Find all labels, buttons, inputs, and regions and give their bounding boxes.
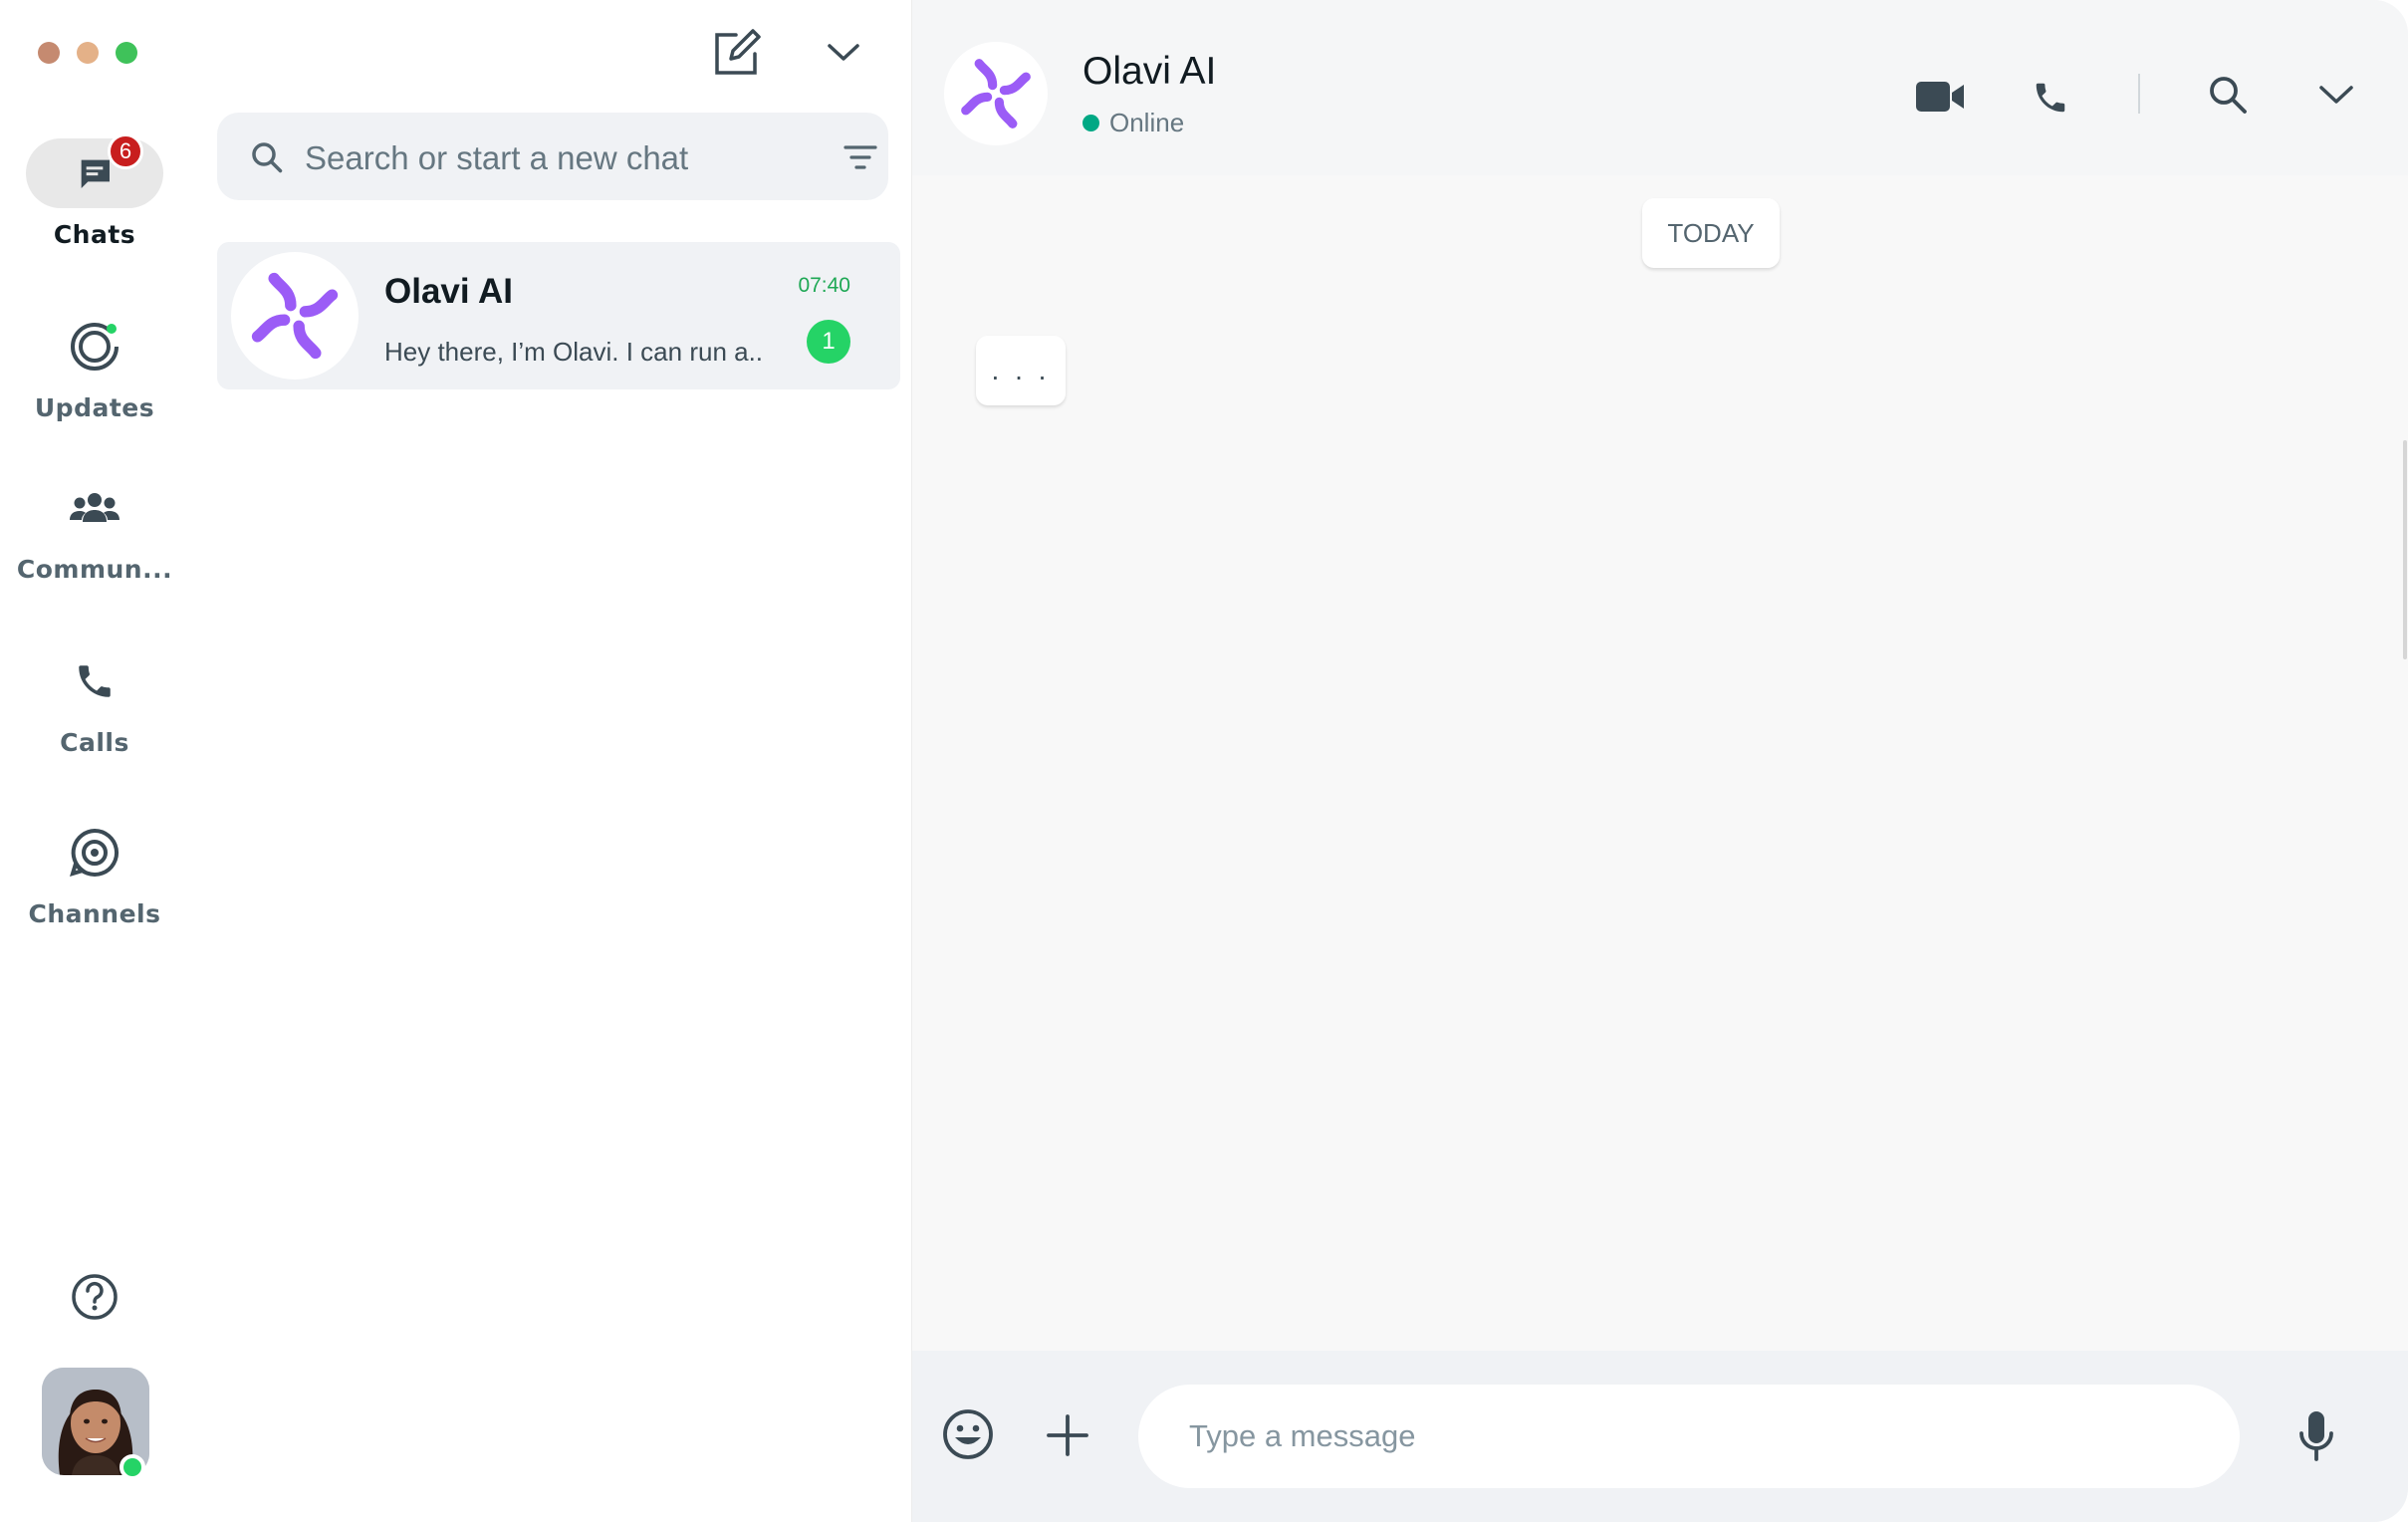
- date-separator: TODAY: [1642, 198, 1780, 268]
- chevron-down-icon[interactable]: [2316, 80, 2356, 110]
- nav-calls-pill: [26, 646, 163, 716]
- voice-call-icon[interactable]: [2032, 79, 2069, 117]
- video-call-icon[interactable]: [1914, 78, 1966, 116]
- scrollbar[interactable]: [2403, 440, 2407, 659]
- chat-avatar: [231, 252, 359, 380]
- phone-icon: [79, 665, 111, 697]
- nav-item-updates[interactable]: Updates: [0, 312, 189, 422]
- nav-item-channels[interactable]: Channels: [0, 818, 189, 928]
- unread-badge: 6: [108, 133, 143, 169]
- nav-item-chats[interactable]: 6 Chats: [0, 133, 189, 249]
- chat-list-item[interactable]: Olavi AI 07:40 Hey there, I’m Olavi. I c…: [217, 242, 900, 389]
- header-divider: [2138, 74, 2140, 114]
- community-people-icon: [70, 493, 120, 522]
- chat-list-panel: Search or start a new chat Olavi AI 07:4…: [189, 0, 911, 1522]
- app-window: 6 Chats Updates Commun... Calls Channels…: [0, 0, 2408, 1522]
- online-indicator: [120, 1454, 145, 1480]
- nav-label-updates: Updates: [34, 393, 155, 422]
- search-input[interactable]: Search or start a new chat: [305, 139, 688, 177]
- contact-status: Online: [1083, 108, 1184, 138]
- compose-icon[interactable]: [709, 27, 763, 81]
- nav-item-calls[interactable]: Calls: [0, 646, 189, 757]
- status-ring-icon: [71, 323, 119, 371]
- filter-icon[interactable]: [843, 142, 878, 172]
- status-dot: [1083, 115, 1099, 131]
- olavi-logo-icon: [961, 59, 1031, 128]
- nav-label-channels: Channels: [28, 899, 161, 928]
- typing-indicator: . . .: [976, 336, 1066, 405]
- nav-label-calls: Calls: [60, 728, 129, 757]
- unread-count-badge: 1: [807, 320, 850, 364]
- nav-chats-pill: 6: [26, 133, 163, 208]
- nav-updates-pill: [26, 312, 163, 381]
- emoji-icon[interactable]: [940, 1406, 996, 1462]
- olavi-logo-icon: [251, 272, 339, 360]
- nav-channels-pill: [26, 818, 163, 888]
- chevron-down-icon[interactable]: [824, 37, 863, 67]
- search-icon[interactable]: [2207, 74, 2249, 116]
- status-text: Online: [1109, 108, 1185, 137]
- search-icon: [252, 142, 283, 173]
- search-bar[interactable]: Search or start a new chat: [217, 113, 888, 200]
- nav-item-communities[interactable]: Commun...: [0, 473, 189, 584]
- conversation-header[interactable]: Olavi AI Online: [912, 0, 2408, 175]
- chat-preview: Hey there, I’m Olavi. I can run a..: [384, 337, 764, 367]
- attach-plus-icon[interactable]: [1045, 1412, 1090, 1458]
- chat-time: 07:40: [798, 274, 850, 297]
- contact-name: Olavi AI: [1083, 50, 1217, 93]
- nav-label-chats: Chats: [53, 220, 136, 249]
- nav-rail: 6 Chats Updates Commun... Calls Channels: [0, 0, 189, 1522]
- nav-communities-pill: [26, 473, 163, 543]
- nav-label-communities: Commun...: [16, 555, 173, 584]
- conversation-pane: Olavi AI Online TODAY . . .: [911, 0, 2408, 1522]
- contact-avatar[interactable]: [944, 42, 1048, 145]
- help-circle-icon[interactable]: [70, 1272, 120, 1322]
- microphone-icon[interactable]: [2296, 1409, 2336, 1463]
- message-input[interactable]: [1138, 1385, 2240, 1488]
- chat-name: Olavi AI: [384, 272, 514, 311]
- message-composer: [912, 1351, 2408, 1522]
- channels-icon: [70, 828, 120, 877]
